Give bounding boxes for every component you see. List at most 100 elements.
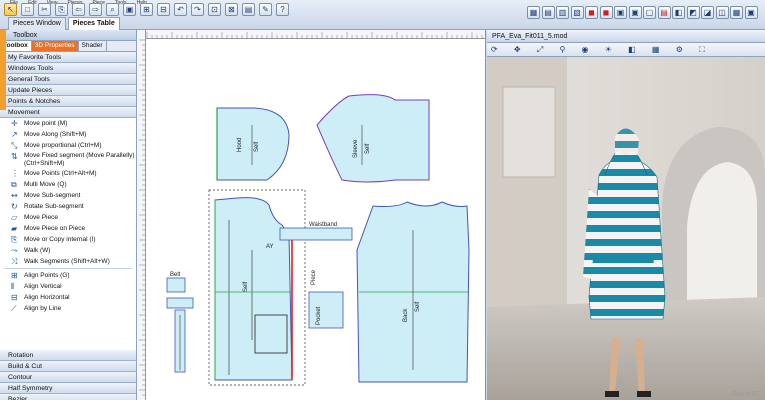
- 3d-view-toolbar[interactable]: ⟳ ✥ ⤢ ⚲ ◉ ☀ ◧ ▦ ⚙ ⛶: [487, 43, 765, 57]
- tool-label: Move or Copy internal (I): [24, 236, 96, 243]
- category-update-pieces[interactable]: Update Pieces: [0, 85, 136, 96]
- tool-move-proportional[interactable]: ⤡ Move proportional (Ctrl+M): [0, 140, 136, 151]
- category-rotation[interactable]: Rotation: [0, 350, 136, 361]
- tool-label: Align Points (G): [24, 272, 70, 279]
- toolbar-button-icon[interactable]: ✂: [38, 3, 51, 16]
- move-fixed-segment-icon: ⇅: [11, 152, 18, 161]
- tool-move-sub-segment[interactable]: ↭ Move Sub-segment: [0, 190, 136, 201]
- tool-align-vertical[interactable]: ⫴ Align Vertical: [0, 281, 136, 292]
- view-toolbar-button-icon[interactable]: ◼: [585, 6, 598, 19]
- tool-move-piece[interactable]: ▱ Move Piece: [0, 212, 136, 223]
- toolbar-button-icon[interactable]: ↶: [174, 3, 187, 16]
- toolbar-button-icon[interactable]: ✎: [259, 3, 272, 16]
- sleeve-self-label: Self: [365, 143, 371, 154]
- waistband-piece: [279, 227, 353, 241]
- tool-multi-move[interactable]: ⧉ Multi Move (Q): [0, 179, 136, 190]
- toolbar-button-icon[interactable]: ↖: [4, 3, 17, 16]
- toolbar-button-icon[interactable]: ⊠: [225, 3, 238, 16]
- toolbar-button-icon[interactable]: ⇦: [72, 3, 85, 16]
- category-build-cut[interactable]: Build & Cut: [0, 361, 136, 372]
- view-toolbar-button-icon[interactable]: ▤: [541, 6, 555, 19]
- hood-piece: [216, 107, 290, 181]
- view-toolbar-button-icon[interactable]: ▧: [570, 6, 584, 19]
- view-toolbar-button-icon[interactable]: ▣: [744, 6, 758, 19]
- tab-pieces-table[interactable]: Pieces Table: [67, 17, 120, 30]
- view-toolbar-button-icon[interactable]: ◼: [599, 6, 613, 19]
- category-half-symmetry[interactable]: Half Symmetry: [0, 383, 136, 394]
- category-my-favorite-tools[interactable]: My Favorite Tools: [0, 52, 136, 63]
- walk-segments-icon: ⤨: [11, 257, 18, 266]
- tool-label: Align Vertical: [24, 283, 62, 290]
- view-toolbar-button-icon[interactable]: ▥: [556, 6, 569, 19]
- view-toolbar-button-icon[interactable]: ◩: [686, 6, 700, 19]
- 3d-scene: [487, 57, 765, 400]
- tool-move-piece-on-piece[interactable]: ▰ Move Piece on Piece: [0, 223, 136, 234]
- view-toolbar-button-icon[interactable]: ▣: [614, 6, 627, 19]
- view-toolbar-button-icon[interactable]: ▤: [657, 6, 671, 19]
- pattern-canvas[interactable]: Hood Self Sleeve Self AY Self Waistband …: [137, 30, 486, 400]
- pocket-piece: [308, 291, 344, 329]
- divider: [4, 268, 132, 269]
- tool-move-fixed-segment[interactable]: ⇅ Move Fixed segment (Move Parallelly) (C…: [0, 151, 136, 168]
- tab-3d-properties[interactable]: 3D Properties: [31, 41, 79, 51]
- toolbox-title: Toolbox: [0, 30, 136, 41]
- watermark: Gloria E.: [731, 391, 759, 398]
- view-toolbar-button-icon[interactable]: ◪: [701, 6, 714, 19]
- category-points-notches[interactable]: Points & Notches: [0, 96, 136, 107]
- move-points-icon: ⋮: [11, 169, 19, 178]
- toolbar-button-icon[interactable]: ⊟: [157, 3, 170, 16]
- rotate-sub-segment-icon: ↻: [11, 202, 18, 211]
- category-movement[interactable]: Movement: [0, 107, 136, 118]
- toolbar-button-icon[interactable]: ▤: [242, 3, 255, 16]
- main-toolbar: FileEditViewPiecesPieceToolsHelp ↖□✂⎘⇦⇨⌕…: [0, 0, 765, 30]
- toolbar-button-icon[interactable]: ▣: [123, 3, 136, 16]
- 3d-view-panel[interactable]: PFA_Eva_Fit011_5.mod ⟳ ✥ ⤢ ⚲ ◉ ☀ ◧ ▦ ⚙ ⛶: [487, 30, 765, 400]
- tool-move-or-copy-internal[interactable]: ⎘ Move or Copy internal (I): [0, 234, 136, 245]
- view-toolbar-button-icon[interactable]: ▦: [527, 6, 540, 19]
- toolbar-button-icon[interactable]: ⎘: [55, 3, 68, 16]
- tool-label: Move Points (Ctrl+Alt+M): [24, 170, 97, 177]
- movement-tools: ✛ Move point (M) ↗ Move Along (Shift+M) ⤡ Mov…: [0, 118, 136, 267]
- waistband-label: Waistband: [309, 222, 337, 228]
- tool-align-points[interactable]: ⊞ Align Points (G): [0, 270, 136, 281]
- view-toolbar-button-icon[interactable]: ▣: [628, 6, 642, 19]
- tool-align-horizontal[interactable]: ⊟ Align Horizontal: [0, 292, 136, 303]
- move-or-copy-internal-icon: ⎘: [11, 235, 18, 244]
- tool-label: Move proportional (Ctrl+M): [24, 142, 102, 149]
- toolbar-button-icon[interactable]: ⇨: [89, 3, 102, 16]
- tool-walk-segments[interactable]: ⤨ Walk Segments (Shift+Alt+W): [0, 256, 136, 267]
- toolbar-button-icon[interactable]: □: [21, 3, 34, 16]
- back-label: Back: [403, 308, 409, 322]
- tab-shader[interactable]: Shader: [79, 41, 107, 51]
- hood-label: Hood: [237, 138, 243, 152]
- category-general-tools[interactable]: General Tools: [0, 74, 136, 85]
- tool-move-points[interactable]: ⋮ Move Points (Ctrl+Alt+M): [0, 168, 136, 179]
- view-toolbar-button-icon[interactable]: ▢: [643, 6, 656, 19]
- view-toolbar-button-icon[interactable]: ◫: [715, 6, 729, 19]
- toolbar-button-icon[interactable]: ⊞: [140, 3, 153, 16]
- category-contour[interactable]: Contour: [0, 372, 136, 383]
- toolbox-tabs: Toolbox 3D Properties Shader: [0, 41, 136, 52]
- tool-rotate-sub-segment[interactable]: ↻ Rotate Sub-segment: [0, 201, 136, 212]
- tool-walk[interactable]: ⤳ Walk (W): [0, 245, 136, 256]
- move-point-icon: ✛: [11, 119, 18, 128]
- category-bezier[interactable]: Bezier: [0, 394, 136, 400]
- category-windows-tools[interactable]: Windows Tools: [0, 63, 136, 74]
- move-piece-icon: ▱: [11, 213, 18, 222]
- tab-pieces-window[interactable]: Pieces Window: [8, 17, 66, 30]
- tool-label: Move Along (Shift+M): [24, 131, 87, 138]
- toolbar-button-icon[interactable]: ?: [276, 3, 289, 16]
- toolbar-button-icon[interactable]: ↷: [191, 3, 204, 16]
- tool-move-along[interactable]: ↗ Move Along (Shift+M): [0, 129, 136, 140]
- align-by-line-icon: ⟋: [11, 304, 17, 313]
- toolbar-button-icon[interactable]: ⊡: [208, 3, 221, 16]
- tool-move-point[interactable]: ✛ Move point (M): [0, 118, 136, 129]
- align-points-icon: ⊞: [11, 271, 18, 280]
- bottom-categories: Rotation Build & Cut Contour Half Symmetry B…: [0, 350, 136, 400]
- toolbar-button-icon[interactable]: ⌕: [106, 3, 119, 16]
- tool-align-by-line[interactable]: ⟋ Align by Line: [0, 303, 136, 314]
- view-toolbar-button-icon[interactable]: ◧: [672, 6, 685, 19]
- view-toolbar-button-icon[interactable]: ▦: [730, 6, 743, 19]
- docked-strip[interactable]: [0, 30, 6, 110]
- tool-label: Rotate Sub-segment: [24, 203, 84, 210]
